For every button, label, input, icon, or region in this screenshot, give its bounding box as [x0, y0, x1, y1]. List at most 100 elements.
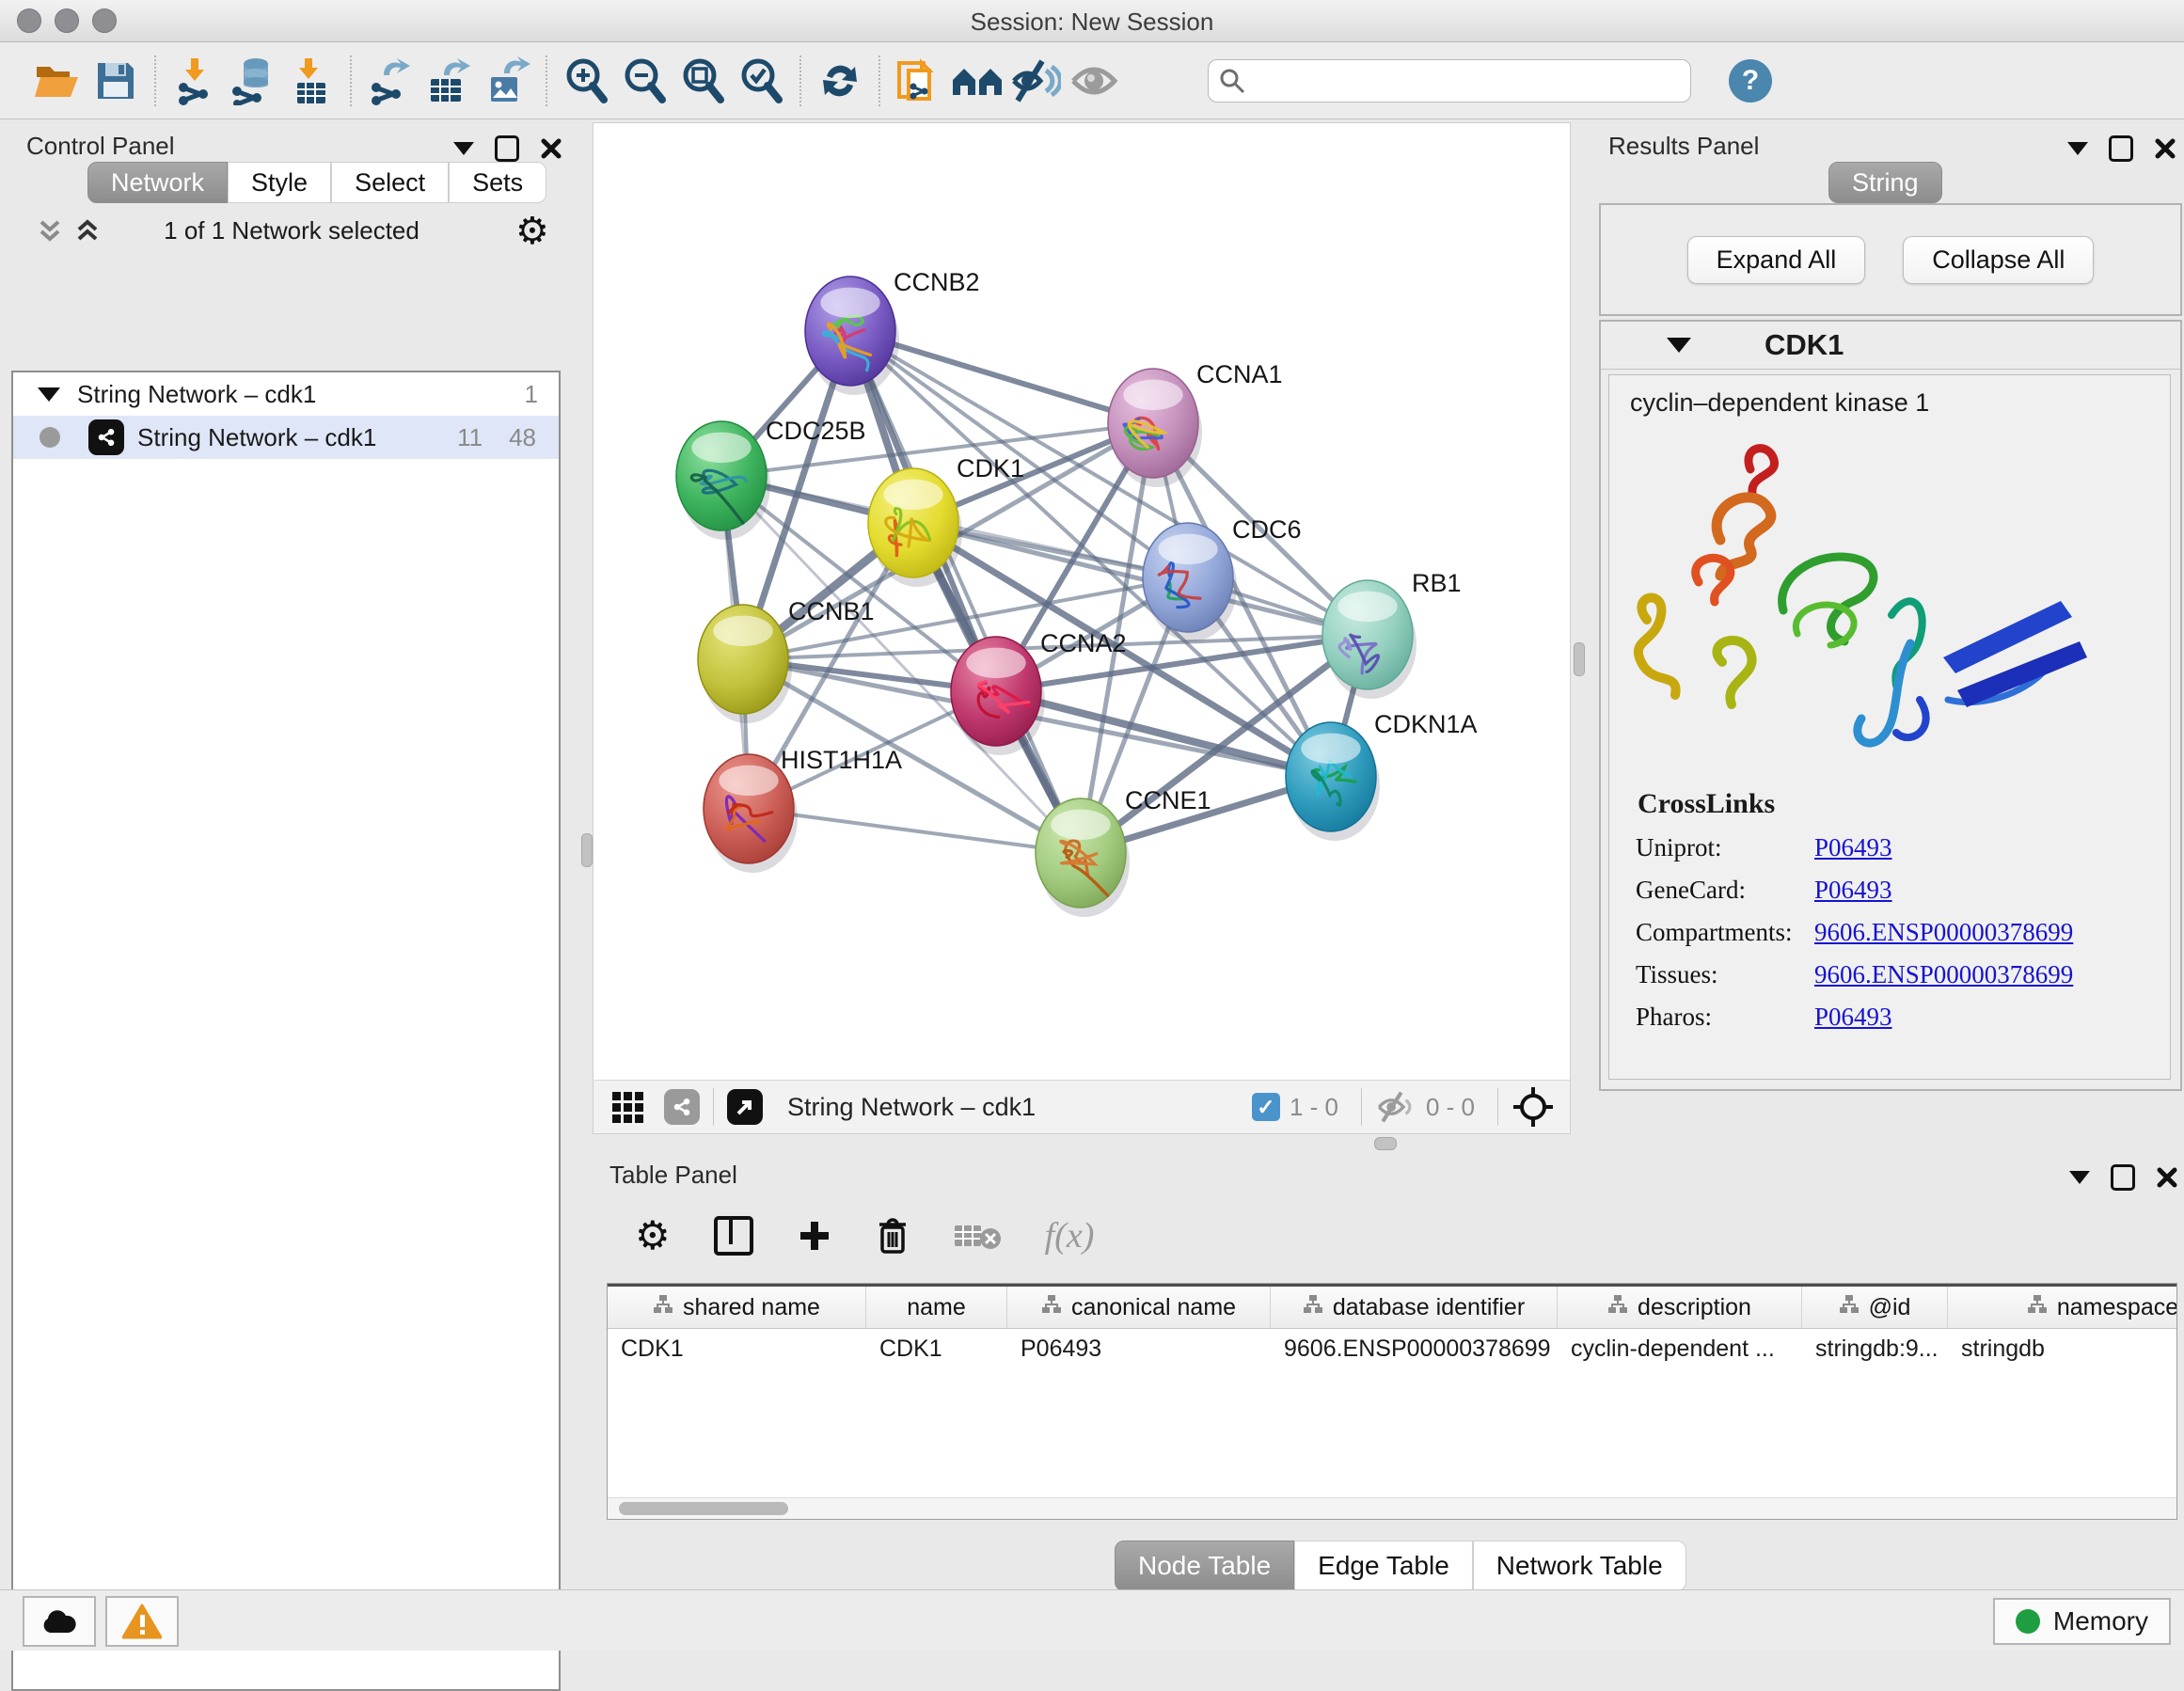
column-header-shared-name[interactable]: shared name — [608, 1287, 866, 1328]
table-cell[interactable]: cyclin-dependent ... — [1558, 1329, 1802, 1368]
fit-selected-crosshair-icon[interactable] — [1511, 1085, 1555, 1129]
edge-HIST1H1A-CCNE1[interactable] — [749, 809, 1081, 853]
delete-table-icon[interactable] — [953, 1220, 1002, 1252]
entry-collapse-icon[interactable] — [1667, 338, 1691, 353]
horizontal-splitter-handle[interactable] — [1374, 1137, 1397, 1150]
collection-expand-icon[interactable] — [38, 387, 60, 402]
table-settings-gear-icon[interactable]: ⚙ — [635, 1216, 671, 1256]
right-splitter-handle[interactable] — [1574, 642, 1585, 676]
column-header-description[interactable]: description — [1558, 1287, 1802, 1328]
node-CCNB2[interactable] — [805, 277, 899, 395]
open-in-window-icon[interactable] — [727, 1089, 763, 1125]
table-cell[interactable]: stringdb — [1948, 1329, 2177, 1368]
add-column-icon[interactable] — [797, 1218, 832, 1254]
node-RB1[interactable] — [1322, 580, 1416, 699]
results-panel-float-icon[interactable] — [2109, 135, 2133, 162]
zoom-selected-button[interactable] — [732, 53, 790, 109]
zoom-fit-button[interactable] — [673, 53, 732, 109]
network-options-gear-icon[interactable]: ⚙ — [515, 213, 549, 250]
show-columns-icon[interactable] — [714, 1216, 753, 1256]
tab-select[interactable]: Select — [331, 162, 449, 203]
tab-network[interactable]: Network — [87, 162, 228, 203]
save-session-button[interactable] — [87, 53, 145, 109]
collapse-all-button[interactable]: Collapse All — [1903, 236, 2094, 284]
tab-network-table[interactable]: Network Table — [1473, 1541, 1686, 1591]
zoom-in-icon — [562, 56, 609, 105]
export-image-button[interactable] — [478, 53, 536, 109]
birds-eye-view-icon[interactable] — [612, 1092, 643, 1123]
column-header-canonical-name[interactable]: canonical name — [1007, 1287, 1271, 1328]
table-horizontal-scrollbar[interactable] — [608, 1497, 2176, 1519]
network-type-icon[interactable] — [664, 1089, 700, 1125]
node-CCNB1[interactable] — [698, 605, 792, 723]
crosslink-link[interactable]: P06493 — [1814, 876, 1892, 905]
expand-all-button[interactable]: Expand All — [1687, 236, 1866, 284]
table-cell[interactable]: 9606.ENSP00000378699 — [1271, 1329, 1558, 1368]
node-CDK1[interactable] — [868, 468, 962, 587]
left-splitter-handle[interactable] — [581, 833, 593, 867]
node-CCNA1[interactable] — [1108, 369, 1202, 487]
expand-all-networks-icon[interactable] — [71, 214, 103, 251]
hidden-items-eye-icon[interactable] — [1375, 1091, 1416, 1123]
control-panel-float-icon[interactable] — [495, 135, 519, 162]
memory-button[interactable]: Memory — [1993, 1598, 2171, 1645]
crosslink-link[interactable]: P06493 — [1814, 1003, 1892, 1032]
control-panel-collapse-icon[interactable] — [453, 142, 474, 155]
table-cell[interactable]: CDK1 — [866, 1329, 1007, 1368]
node-CCNE1[interactable] — [1036, 798, 1130, 917]
results-panel-close-icon[interactable] — [2154, 137, 2176, 160]
network-graph[interactable]: CCNB2CCNA1CDC25BCDK1CDC6RB1CCNB1CCNA2CDK… — [593, 123, 1570, 1081]
column-header-database-identifier[interactable]: database identifier — [1271, 1287, 1558, 1328]
network-row[interactable]: String Network – cdk1 11 48 — [13, 416, 559, 459]
tab-edge-table[interactable]: Edge Table — [1294, 1541, 1473, 1591]
zoom-out-button[interactable] — [615, 53, 673, 109]
column-header-namespace[interactable]: namespace — [1948, 1287, 2177, 1328]
crosslink-link[interactable]: 9606.ENSP00000378699 — [1814, 960, 2073, 989]
refresh-button[interactable] — [811, 53, 869, 109]
tab-node-table[interactable]: Node Table — [1115, 1541, 1294, 1591]
function-builder-icon[interactable]: f(x) — [1045, 1215, 1095, 1256]
selected-items-checkbox[interactable]: ✓ — [1252, 1093, 1280, 1121]
show-details-button[interactable] — [1065, 53, 1123, 109]
export-network-button[interactable] — [361, 53, 419, 109]
cloud-status-button[interactable] — [23, 1596, 96, 1647]
node-CCNA2[interactable] — [951, 637, 1045, 755]
cloud-icon — [39, 1606, 80, 1636]
tab-string[interactable]: String — [1828, 162, 1942, 203]
scrollbar-thumb[interactable] — [619, 1502, 788, 1515]
edge-CCNB2-CCNE1[interactable] — [850, 331, 1081, 853]
export-table-button[interactable] — [419, 53, 478, 109]
zoom-in-button[interactable] — [557, 53, 615, 109]
search-input[interactable] — [1246, 67, 1681, 95]
crosslink-link[interactable]: 9606.ENSP00000378699 — [1814, 918, 2073, 947]
import-database-button[interactable] — [224, 53, 282, 109]
table-cell[interactable]: stringdb:9... — [1802, 1329, 1948, 1368]
node-CDC6[interactable] — [1143, 523, 1237, 641]
clone-network-button[interactable] — [890, 53, 948, 109]
network-canvas[interactable]: CCNB2CCNA1CDC25BCDK1CDC6RB1CCNB1CCNA2CDK… — [593, 122, 1571, 1082]
column-header--id[interactable]: @id — [1802, 1287, 1948, 1328]
table-cell[interactable]: P06493 — [1007, 1329, 1271, 1368]
warning-status-button[interactable] — [105, 1596, 179, 1647]
column-header-name[interactable]: name — [866, 1287, 1007, 1328]
import-network-button[interactable] — [166, 53, 224, 109]
collapse-all-networks-icon[interactable] — [34, 214, 66, 251]
hide-details-button[interactable] — [1006, 53, 1065, 109]
table-panel-close-icon[interactable] — [2156, 1166, 2178, 1189]
tab-sets[interactable]: Sets — [449, 162, 546, 203]
control-panel-close-icon[interactable] — [540, 137, 562, 160]
open-session-button[interactable] — [28, 53, 87, 109]
import-table-button[interactable] — [282, 53, 340, 109]
table-panel-collapse-icon[interactable] — [2069, 1171, 2090, 1184]
network-overview-button[interactable] — [948, 53, 1006, 109]
results-panel-collapse-icon[interactable] — [2067, 142, 2088, 155]
crosslink-link[interactable]: P06493 — [1814, 833, 1892, 862]
network-collection-row[interactable]: String Network – cdk1 1 — [13, 372, 559, 416]
node-CDKN1A[interactable] — [1286, 722, 1380, 841]
help-button[interactable]: ? — [1729, 59, 1772, 103]
table-cell[interactable]: CDK1 — [608, 1329, 866, 1368]
delete-column-trash-icon[interactable] — [876, 1216, 910, 1256]
table-row[interactable]: CDK1CDK1P064939606.ENSP00000378699cyclin… — [608, 1329, 2176, 1368]
tab-style[interactable]: Style — [228, 162, 331, 203]
table-panel-float-icon[interactable] — [2111, 1164, 2135, 1191]
